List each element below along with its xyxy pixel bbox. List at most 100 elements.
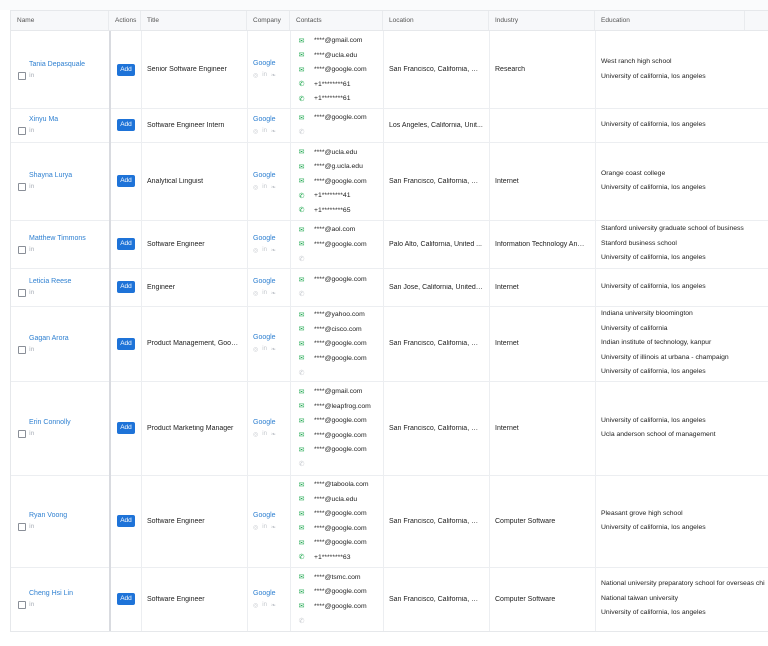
twitter-icon[interactable]: ❧ [271, 346, 276, 353]
contact-item[interactable]: ✉ ****@tsmc.com [298, 570, 383, 585]
company-link[interactable]: Google [253, 334, 290, 341]
add-button[interactable]: Add [117, 63, 135, 76]
person-name-link[interactable]: Shayna Lurya [29, 172, 109, 179]
linkedin-icon[interactable]: in [262, 346, 267, 353]
contact-item[interactable]: ✉ ****@google.com [298, 273, 383, 288]
col-header-company[interactable]: Company [247, 11, 290, 30]
contact-item[interactable]: ✉ ****@google.com [298, 443, 383, 458]
contact-item[interactable]: ✉ ****@gmail.com [298, 33, 383, 48]
person-name-link[interactable]: Matthew Timmons [29, 235, 109, 242]
contact-item[interactable]: ✉ ****@google.com [298, 521, 383, 536]
linkedin-icon[interactable]: in [262, 184, 267, 191]
contact-item[interactable]: ✉ ****@google.com [298, 237, 383, 252]
globe-icon[interactable]: ◎ [253, 524, 258, 531]
add-button[interactable]: Add [117, 281, 135, 293]
contact-item[interactable]: ✉ ****@google.com [298, 174, 383, 189]
person-name-link[interactable]: Gagan Arora [29, 335, 109, 342]
company-link[interactable]: Google [253, 590, 290, 597]
company-link[interactable]: Google [253, 172, 290, 179]
linkedin-icon[interactable]: in [29, 73, 109, 79]
contact-item[interactable]: ✉ ****@google.com [298, 351, 383, 366]
contact-item[interactable]: ✆ +1********61 [298, 91, 383, 106]
company-link[interactable]: Google [253, 419, 290, 426]
contact-item[interactable]: ✉ ****@taboola.com [298, 478, 383, 493]
add-button[interactable]: Add [117, 515, 135, 527]
contact-item[interactable]: ✉ ****@google.com [298, 507, 383, 522]
company-link[interactable]: Google [253, 278, 290, 285]
contact-item[interactable]: ✉ ****@google.com [298, 585, 383, 600]
linkedin-icon[interactable]: in [29, 347, 109, 353]
contact-item[interactable]: ✆ +1********41 [298, 188, 383, 203]
linkedin-icon[interactable]: in [262, 290, 267, 297]
linkedin-icon[interactable]: in [262, 431, 267, 438]
contact-item[interactable]: ✉ ****@google.com [298, 62, 383, 77]
contact-item[interactable]: ✉ ****@aol.com [298, 222, 383, 237]
contact-item[interactable]: ✉ ****@yahoo.com [298, 307, 383, 322]
col-header-education[interactable]: Education [595, 11, 745, 30]
globe-icon[interactable]: ◎ [253, 128, 258, 135]
add-button[interactable]: Add [117, 238, 135, 250]
contact-item[interactable]: ✆ [298, 287, 383, 302]
globe-icon[interactable]: ◎ [253, 184, 258, 191]
contact-item[interactable]: ✆ +1********61 [298, 77, 383, 92]
linkedin-icon[interactable]: in [262, 524, 267, 531]
company-link[interactable]: Google [253, 60, 290, 67]
globe-icon[interactable]: ◎ [253, 602, 258, 609]
twitter-icon[interactable]: ❧ [271, 290, 276, 297]
twitter-icon[interactable]: ❧ [271, 184, 276, 191]
contact-item[interactable]: ✉ ****@google.com [298, 536, 383, 551]
add-button[interactable]: Add [117, 422, 135, 434]
contact-item[interactable]: ✆ [298, 457, 383, 472]
contact-item[interactable]: ✉ ****@cisco.com [298, 322, 383, 337]
add-button[interactable]: Add [117, 175, 135, 187]
linkedin-icon[interactable]: in [29, 431, 109, 437]
col-header-contacts[interactable]: Contacts [290, 11, 383, 30]
contact-item[interactable]: ✉ ****@ucla.edu [298, 48, 383, 63]
contact-item[interactable]: ✉ ****@g.ucla.edu [298, 159, 383, 174]
linkedin-icon[interactable]: in [29, 247, 109, 253]
contact-item[interactable]: ✆ +1********65 [298, 203, 383, 218]
globe-icon[interactable]: ◎ [253, 346, 258, 353]
add-button[interactable]: Add [117, 337, 135, 350]
linkedin-icon[interactable]: in [29, 184, 109, 190]
contact-item[interactable]: ✉ ****@gmail.com [298, 385, 383, 400]
contact-item[interactable]: ✉ ****@ucla.edu [298, 145, 383, 160]
contact-item[interactable]: ✉ ****@google.com [298, 599, 383, 614]
person-name-link[interactable]: Erin Connolly [29, 419, 109, 426]
person-name-link[interactable]: Tania Depasquale [29, 61, 109, 68]
col-header-title[interactable]: Title [141, 11, 247, 30]
linkedin-icon[interactable]: in [262, 247, 267, 254]
contact-item[interactable]: ✆ [298, 614, 383, 629]
contact-item[interactable]: ✉ ****@google.com [298, 336, 383, 351]
add-button[interactable]: Add [117, 593, 135, 605]
twitter-icon[interactable]: ❧ [271, 247, 276, 254]
person-name-link[interactable]: Xinyu Ma [29, 116, 109, 123]
contact-item[interactable]: ✆ [298, 251, 383, 266]
globe-icon[interactable]: ◎ [253, 290, 258, 297]
contact-item[interactable]: ✉ ****@ucla.edu [298, 492, 383, 507]
linkedin-icon[interactable]: in [29, 290, 109, 296]
col-header-actions[interactable]: Actions [109, 11, 141, 30]
col-header-name[interactable]: Name [11, 11, 109, 30]
globe-icon[interactable]: ◎ [253, 247, 258, 254]
linkedin-icon[interactable]: in [262, 72, 267, 79]
company-link[interactable]: Google [253, 235, 290, 242]
person-name-link[interactable]: Ryan Voong [29, 512, 109, 519]
contact-item[interactable]: ✆ [298, 125, 383, 140]
twitter-icon[interactable]: ❧ [271, 602, 276, 609]
contact-item[interactable]: ✉ ****@google.com [298, 111, 383, 126]
contact-item[interactable]: ✉ ****@google.com [298, 428, 383, 443]
twitter-icon[interactable]: ❧ [271, 524, 276, 531]
twitter-icon[interactable]: ❧ [271, 72, 276, 79]
contact-item[interactable]: ✉ ****@leapfrog.com [298, 399, 383, 414]
contact-item[interactable]: ✆ +1********63 [298, 550, 383, 565]
contact-item[interactable]: ✉ ****@google.com [298, 414, 383, 429]
contact-item[interactable]: ✆ [298, 365, 383, 380]
globe-icon[interactable]: ◎ [253, 72, 258, 79]
linkedin-icon[interactable]: in [29, 128, 109, 134]
company-link[interactable]: Google [253, 116, 290, 123]
globe-icon[interactable]: ◎ [253, 431, 258, 438]
linkedin-icon[interactable]: in [29, 602, 109, 608]
twitter-icon[interactable]: ❧ [271, 128, 276, 135]
add-button[interactable]: Add [117, 119, 135, 131]
